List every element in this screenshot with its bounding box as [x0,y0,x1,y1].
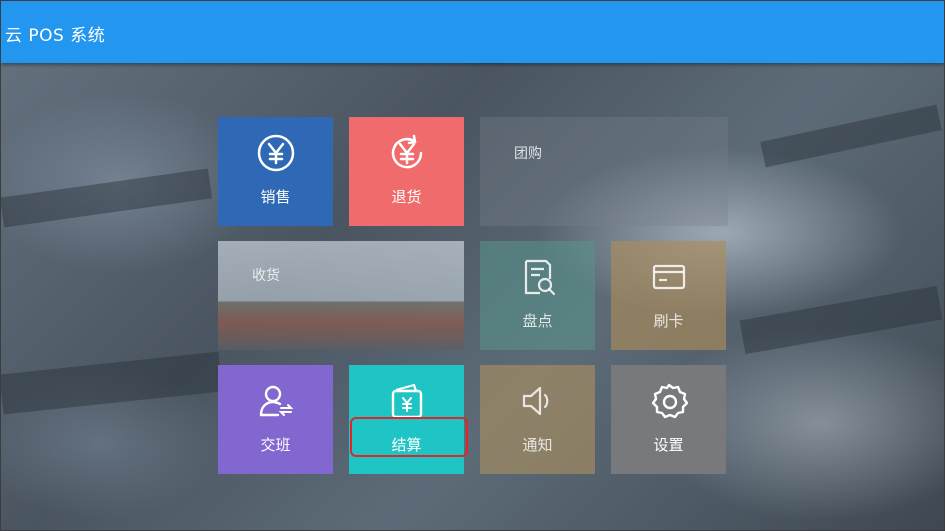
card-icon [649,257,689,297]
tile-settings[interactable]: 设置 [611,365,726,474]
tile-return-label: 退货 [391,188,422,206]
app-bar: 云 POS 系统 [1,1,944,63]
tile-stocktake[interactable]: 盘点 [480,241,595,350]
document-search-icon [518,257,558,297]
tile-return[interactable]: 退货 [349,117,464,226]
menu-grid: 销售 退货 团购 收货 盘点 刷卡 交班 结算 通知 设置 [218,117,728,474]
tile-group-buy-label: 团购 [514,146,542,162]
tile-notify-label: 通知 [522,436,553,454]
app-title: 云 POS 系统 [5,26,106,46]
wallet-yen-icon [387,381,427,421]
app-window: 云 POS 系统 销售 退货 团购 收货 盘点 刷卡 交班 结算 通知 设置 [0,0,945,531]
tile-receive[interactable]: 收货 [218,241,464,350]
gear-icon [649,381,689,421]
tile-stocktake-label: 盘点 [522,312,553,330]
yen-refund-icon [387,133,427,173]
tile-card-label: 刷卡 [653,312,684,330]
tile-settings-label: 设置 [653,436,684,454]
speaker-icon [518,381,558,421]
tile-sale[interactable]: 销售 [218,117,333,226]
highlight-box [350,417,468,457]
tile-shift-change[interactable]: 交班 [218,365,333,474]
tile-sale-label: 销售 [260,188,291,206]
yen-circle-icon [256,133,296,173]
tile-group-buy[interactable]: 团购 [480,117,728,226]
tile-shift-change-label: 交班 [260,436,291,454]
user-switch-icon [256,381,296,421]
tile-receive-label: 收货 [252,268,280,284]
tile-notify[interactable]: 通知 [480,365,595,474]
tile-card[interactable]: 刷卡 [611,241,726,350]
